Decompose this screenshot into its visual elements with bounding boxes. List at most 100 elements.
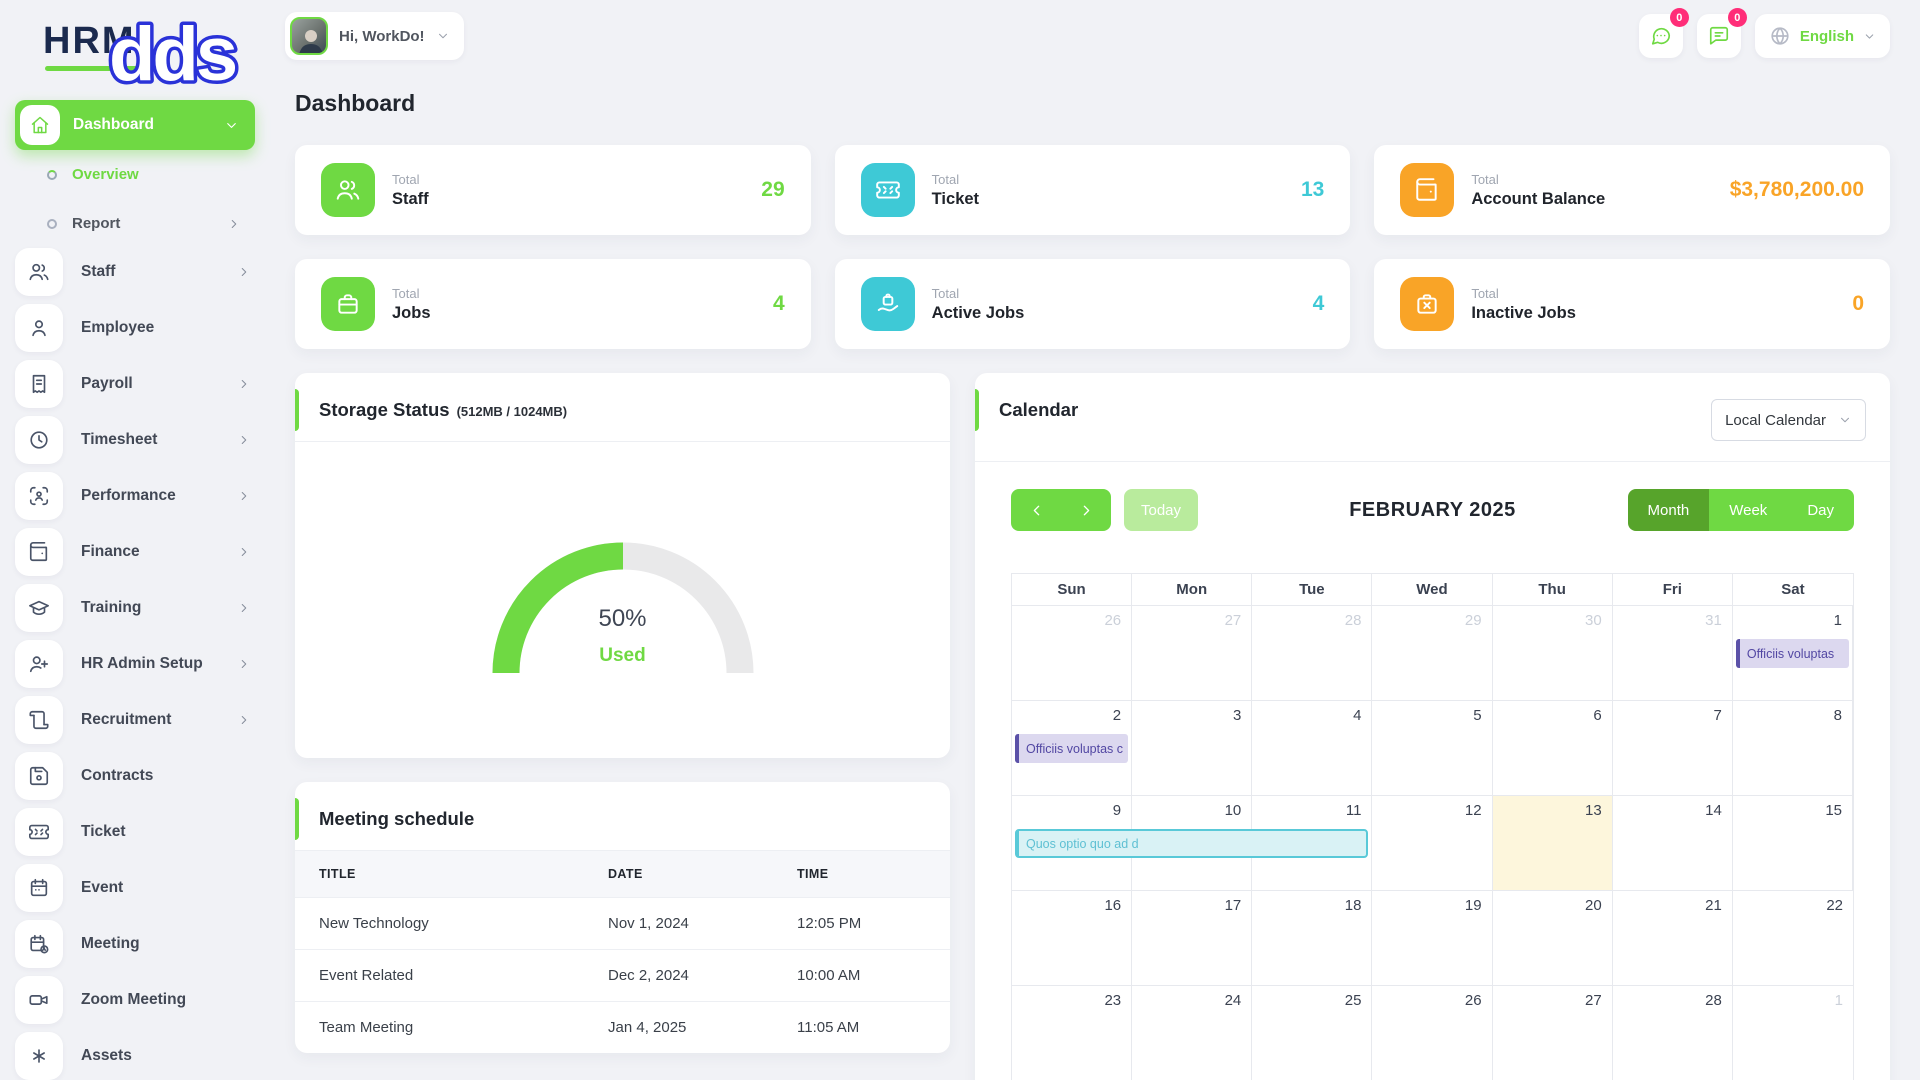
calendar-clock-icon <box>15 920 63 968</box>
app-logo[interactable]: HRM dds <box>15 0 255 100</box>
avatar <box>290 17 328 55</box>
calendar-day-cell[interactable]: 14 <box>1613 796 1733 890</box>
sidebar-item-label: HR Admin Setup <box>81 655 203 673</box>
table-row[interactable]: Event RelatedDec 2, 202410:00 AM <box>295 949 950 1001</box>
sidebar-item-recruitment[interactable]: Recruitment <box>15 696 255 744</box>
view-button-day[interactable]: Day <box>1787 489 1854 531</box>
user-icon <box>15 304 63 352</box>
sidebar-item-payroll[interactable]: Payroll <box>15 360 255 408</box>
today-button[interactable]: Today <box>1124 489 1198 531</box>
sidebar-item-performance[interactable]: Performance <box>15 472 255 520</box>
calendar-day-cell[interactable]: 17 <box>1132 891 1252 985</box>
stat-label: Active Jobs <box>932 304 1025 323</box>
sidebar-item-label: Timesheet <box>81 431 157 449</box>
logo-front-text: dds <box>107 6 282 98</box>
calendar-day-cell[interactable]: 29 <box>1372 606 1492 700</box>
table-row[interactable]: New TechnologyNov 1, 202412:05 PM <box>295 897 950 949</box>
calendar-day-number: 4 <box>1353 707 1361 724</box>
notifications-button[interactable]: 0 <box>1697 14 1741 58</box>
calendar-day-cell[interactable]: 13 <box>1493 796 1613 890</box>
dot-circle-icon <box>47 170 57 180</box>
scan-target-icon <box>15 472 63 520</box>
sidebar-item-ticket[interactable]: Ticket <box>15 808 255 856</box>
sidebar-item-timesheet[interactable]: Timesheet <box>15 416 255 464</box>
sidebar-item-training[interactable]: Training <box>15 584 255 632</box>
meeting-column-header: TIME <box>797 851 950 897</box>
calendar-day-cell[interactable]: 1 <box>1733 986 1853 1080</box>
sidebar-item-label: Recruitment <box>81 711 171 729</box>
calendar-day-number: 26 <box>1465 992 1482 1009</box>
calendar-view-switch: MonthWeekDay <box>1628 489 1854 531</box>
globe-icon <box>1769 25 1791 47</box>
sidebar-item-finance[interactable]: Finance <box>15 528 255 576</box>
wallet-icon <box>1400 163 1454 217</box>
calendar-week-row: 9101112131415Quos optio quo ad d <box>1012 795 1853 890</box>
sidebar-item-label: Report <box>72 215 120 232</box>
sidebar-item-hr-admin-setup[interactable]: HR Admin Setup <box>15 640 255 688</box>
meeting-column-header: TITLE <box>295 851 608 897</box>
calendar-day-cell[interactable]: 19 <box>1372 891 1492 985</box>
calendar-day-cell[interactable]: 26 <box>1012 606 1132 700</box>
calendar-day-cell[interactable]: 16 <box>1012 891 1132 985</box>
chevron-right-icon <box>237 545 255 559</box>
calendar-day-cell[interactable]: 24 <box>1132 986 1252 1080</box>
calendar-day-number: 31 <box>1705 612 1722 629</box>
storage-card-header: Storage Status (512MB / 1024MB) <box>295 373 950 442</box>
asterisk-icon <box>15 1032 63 1080</box>
meeting-table-header: TITLEDATETIME <box>295 851 950 897</box>
sidebar-item-meeting[interactable]: Meeting <box>15 920 255 968</box>
calendar-day-cell[interactable]: 7 <box>1613 701 1733 795</box>
calendar-day-cell[interactable]: 15 <box>1733 796 1853 890</box>
calendar-day-cell[interactable]: 12 <box>1372 796 1492 890</box>
calendar-day-cell[interactable]: 27 <box>1493 986 1613 1080</box>
calendar-day-cell[interactable]: 28 <box>1252 606 1372 700</box>
calendar-week-row: 161718192021 22 <box>1012 890 1853 985</box>
sidebar-item-overview[interactable]: Overview <box>15 150 255 199</box>
calendar-day-cell[interactable]: 27 <box>1132 606 1252 700</box>
calendar-day-cell[interactable]: 4 <box>1252 701 1372 795</box>
wallet-icon <box>15 528 63 576</box>
table-row[interactable]: Team MeetingJan 4, 202511:05 AM <box>295 1001 950 1053</box>
receipt-icon <box>15 360 63 408</box>
prev-month-button[interactable] <box>1011 489 1061 531</box>
messages-button[interactable]: 0 <box>1639 14 1683 58</box>
calendar-day-cell[interactable]: 30 <box>1493 606 1613 700</box>
calendar-day-number: 22 <box>1826 897 1843 914</box>
view-button-month[interactable]: Month <box>1628 489 1710 531</box>
calendar-day-cell[interactable]: 28 <box>1613 986 1733 1080</box>
calendar-day-cell[interactable]: 18 <box>1252 891 1372 985</box>
sidebar-item-report[interactable]: Report <box>15 199 255 248</box>
sidebar-item-zoom-meeting[interactable]: Zoom Meeting <box>15 976 255 1024</box>
calendar-day-cell[interactable]: 26 <box>1372 986 1492 1080</box>
sidebar-item-employee[interactable]: Employee <box>15 304 255 352</box>
calendar-day-cell[interactable]: 22 <box>1733 891 1853 985</box>
calendar-event[interactable]: Quos optio quo ad d <box>1015 829 1368 858</box>
view-button-week[interactable]: Week <box>1709 489 1787 531</box>
calendar-day-cell[interactable]: 3 <box>1132 701 1252 795</box>
calendar-day-cell[interactable]: 20 <box>1493 891 1613 985</box>
calendar-day-cell[interactable]: 5 <box>1372 701 1492 795</box>
calendar-day-cell[interactable]: 31 <box>1613 606 1733 700</box>
sidebar-item-dashboard[interactable]: Dashboard <box>15 100 255 150</box>
greeting-text: Hi, WorkDo! <box>339 28 425 45</box>
calendar-day-cell[interactable]: 23 <box>1012 986 1132 1080</box>
sidebar-item-event[interactable]: Event <box>15 864 255 912</box>
calendar-day-cell[interactable]: 8 <box>1733 701 1853 795</box>
sidebar-item-staff[interactable]: Staff <box>15 248 255 296</box>
calendar-event[interactable]: Officiis voluptas c <box>1015 734 1128 763</box>
user-menu[interactable]: Hi, WorkDo! <box>285 12 464 60</box>
sidebar-item-assets[interactable]: Assets <box>15 1032 255 1080</box>
notifications-badge: 0 <box>1728 8 1747 27</box>
calendar-source-select[interactable]: Local Calendar <box>1711 399 1866 441</box>
calendar-day-cell[interactable]: 6 <box>1493 701 1613 795</box>
calendar-day-number: 30 <box>1585 612 1602 629</box>
calendar-event[interactable]: Officiis voluptas <box>1736 639 1849 668</box>
next-month-button[interactable] <box>1061 489 1111 531</box>
chevron-right-icon <box>237 657 255 671</box>
calendar-day-cell[interactable]: 21 <box>1613 891 1733 985</box>
sidebar: HRM dds DashboardOverview Report Staff Empl… <box>0 0 270 1080</box>
calendar-day-cell[interactable]: 25 <box>1252 986 1372 1080</box>
language-selector[interactable]: English <box>1755 14 1890 58</box>
users-icon <box>15 248 63 296</box>
sidebar-item-contracts[interactable]: Contracts <box>15 752 255 800</box>
